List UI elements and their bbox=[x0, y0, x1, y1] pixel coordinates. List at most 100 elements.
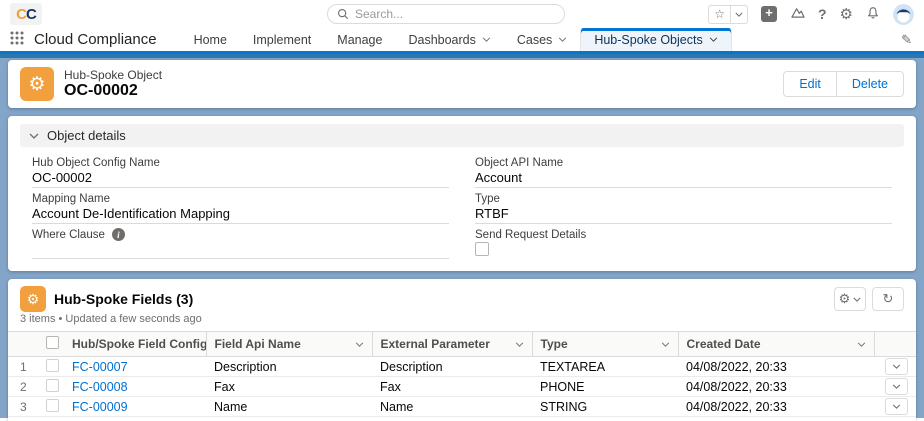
record-title: OC-00002 bbox=[64, 82, 162, 100]
column-menu-chevron-icon[interactable] bbox=[661, 342, 670, 347]
refresh-button[interactable]: ↻ bbox=[872, 287, 904, 311]
cell-created-date: 04/08/2022, 20:33 bbox=[678, 377, 874, 397]
global-search[interactable] bbox=[327, 4, 565, 24]
table-row: 2 FC-00008 Fax Fax PHONE 04/08/2022, 20:… bbox=[8, 377, 916, 397]
row-actions-header bbox=[874, 332, 916, 357]
record-link[interactable]: FC-00009 bbox=[72, 400, 128, 414]
favorites-dropdown-icon[interactable] bbox=[730, 6, 747, 23]
field-where-clause: Where Clause i bbox=[32, 227, 449, 261]
entity-label: Hub-Spoke Object bbox=[64, 68, 162, 82]
tab-implement[interactable]: Implement bbox=[240, 28, 324, 51]
chevron-down-icon bbox=[853, 297, 861, 302]
cell-type: STRING bbox=[532, 397, 678, 417]
field-mapping-name: Mapping Name Account De-Identification M… bbox=[32, 191, 449, 224]
column-header-type[interactable]: Type bbox=[532, 332, 678, 357]
app-name: Cloud Compliance bbox=[34, 31, 157, 48]
tab-dashboards[interactable]: Dashboards bbox=[395, 28, 503, 51]
row-checkbox[interactable] bbox=[46, 359, 59, 372]
tab-hub-spoke-objects[interactable]: Hub-Spoke Objects bbox=[580, 28, 731, 51]
related-list-actions: ⚙ ↻ bbox=[834, 287, 904, 311]
cell-field-api-name: Fax bbox=[206, 377, 372, 397]
column-menu-chevron-icon[interactable] bbox=[515, 342, 524, 347]
setup-icon[interactable]: ⚙ bbox=[840, 5, 853, 23]
record-highlights-card: ⚙ Hub-Spoke Object OC-00002 Edit Delete bbox=[8, 60, 916, 108]
select-all-checkbox[interactable] bbox=[46, 336, 59, 349]
table-row: 3 FC-00009 Name Name STRING 04/08/2022, … bbox=[8, 397, 916, 417]
logo-letter-2: C bbox=[26, 6, 36, 23]
global-header: CC ☆ + ? ⚙ bbox=[0, 0, 924, 28]
global-actions-icon[interactable]: + bbox=[761, 6, 777, 22]
search-input[interactable] bbox=[355, 7, 555, 21]
app-launcher-icon[interactable] bbox=[10, 31, 24, 48]
row-actions-button[interactable] bbox=[885, 358, 908, 375]
section-collapse-chevron-icon[interactable] bbox=[29, 133, 39, 139]
app-nav-bar: Cloud Compliance Home Implement Manage D… bbox=[0, 28, 924, 54]
page-content: ⚙ Hub-Spoke Object OC-00002 Edit Delete … bbox=[0, 54, 924, 418]
table-row: 1 FC-00007 Description Description TEXTA… bbox=[8, 357, 916, 377]
row-actions-button[interactable] bbox=[885, 378, 908, 395]
refresh-icon: ↻ bbox=[883, 291, 894, 307]
record-link[interactable]: FC-00008 bbox=[72, 380, 128, 394]
table-header-row: Hub/Spoke Field Config Name Field Api Na… bbox=[8, 332, 916, 357]
edit-page-pencil-icon[interactable]: ✎ bbox=[901, 32, 912, 48]
list-settings-button[interactable]: ⚙ bbox=[834, 287, 866, 311]
column-header-name[interactable]: Hub/Spoke Field Config Name bbox=[64, 332, 206, 357]
object-details-card: Object details Hub Object Config Name OC… bbox=[8, 116, 916, 271]
nav-tabs: Home Implement Manage Dashboards Cases H… bbox=[181, 28, 732, 51]
send-request-details-checkbox[interactable] bbox=[475, 242, 489, 256]
search-icon bbox=[337, 8, 349, 20]
org-logo: CC bbox=[10, 3, 42, 25]
tab-home[interactable]: Home bbox=[181, 28, 240, 51]
row-checkbox[interactable] bbox=[46, 399, 59, 412]
favorites-group[interactable]: ☆ bbox=[708, 5, 748, 24]
guidance-center-icon[interactable] bbox=[790, 6, 805, 22]
view-all-row: View All bbox=[8, 417, 916, 421]
column-header-field-api-name[interactable]: Field Api Name bbox=[206, 332, 372, 357]
user-avatar[interactable] bbox=[893, 4, 914, 25]
record-link[interactable]: FC-00007 bbox=[72, 360, 128, 374]
hub-spoke-object-icon: ⚙ bbox=[20, 67, 54, 101]
field-send-request-details: Send Request Details bbox=[475, 227, 892, 261]
related-list-title[interactable]: Hub-Spoke Fields (3) bbox=[54, 291, 193, 307]
field-hub-object-config-name: Hub Object Config Name OC-00002 bbox=[32, 155, 449, 188]
hub-spoke-fields-icon: ⚙ bbox=[20, 286, 46, 312]
edit-button[interactable]: Edit bbox=[783, 71, 837, 97]
select-all-header bbox=[38, 332, 64, 357]
row-actions-button[interactable] bbox=[885, 398, 908, 415]
favorites-star-icon[interactable]: ☆ bbox=[709, 6, 730, 23]
chevron-down-icon[interactable] bbox=[482, 37, 491, 42]
cell-created-date: 04/08/2022, 20:33 bbox=[678, 397, 874, 417]
related-list-meta: 3 items • Updated a few seconds ago bbox=[20, 313, 904, 325]
cell-external-parameter: Description bbox=[372, 357, 532, 377]
tab-manage[interactable]: Manage bbox=[324, 28, 395, 51]
column-menu-chevron-icon[interactable] bbox=[355, 342, 364, 347]
column-header-created-date[interactable]: Created Date bbox=[678, 332, 874, 357]
details-fields: Hub Object Config Name OC-00002 Object A… bbox=[20, 155, 904, 261]
hub-spoke-fields-card: ⚙ Hub-Spoke Fields (3) ⚙ ↻ 3 items • Upd… bbox=[8, 279, 916, 421]
logo-letter-1: C bbox=[16, 6, 26, 23]
cell-external-parameter: Fax bbox=[372, 377, 532, 397]
object-details-section-toggle[interactable]: Object details bbox=[20, 124, 904, 147]
notifications-bell-icon[interactable] bbox=[866, 6, 880, 23]
cell-type: PHONE bbox=[532, 377, 678, 397]
help-icon[interactable]: ? bbox=[818, 6, 827, 22]
gear-icon: ⚙ bbox=[839, 291, 851, 307]
delete-button[interactable]: Delete bbox=[836, 71, 904, 97]
column-menu-chevron-icon[interactable] bbox=[857, 342, 866, 347]
cell-created-date: 04/08/2022, 20:33 bbox=[678, 357, 874, 377]
row-number-header bbox=[8, 332, 38, 357]
field-object-api-name: Object API Name Account bbox=[475, 155, 892, 188]
info-icon[interactable]: i bbox=[112, 228, 125, 241]
column-header-external-parameter[interactable]: External Parameter bbox=[372, 332, 532, 357]
cell-field-api-name: Name bbox=[206, 397, 372, 417]
record-actions: Edit Delete bbox=[783, 71, 904, 97]
chevron-down-icon[interactable] bbox=[558, 37, 567, 42]
row-checkbox[interactable] bbox=[46, 379, 59, 392]
chevron-down-icon[interactable] bbox=[709, 37, 718, 42]
section-title: Object details bbox=[47, 128, 126, 143]
tab-cases[interactable]: Cases bbox=[504, 28, 580, 51]
cell-external-parameter: Name bbox=[372, 397, 532, 417]
cell-type: TEXTAREA bbox=[532, 357, 678, 377]
hub-spoke-fields-table: Hub/Spoke Field Config Name Field Api Na… bbox=[8, 331, 916, 417]
cell-field-api-name: Description bbox=[206, 357, 372, 377]
